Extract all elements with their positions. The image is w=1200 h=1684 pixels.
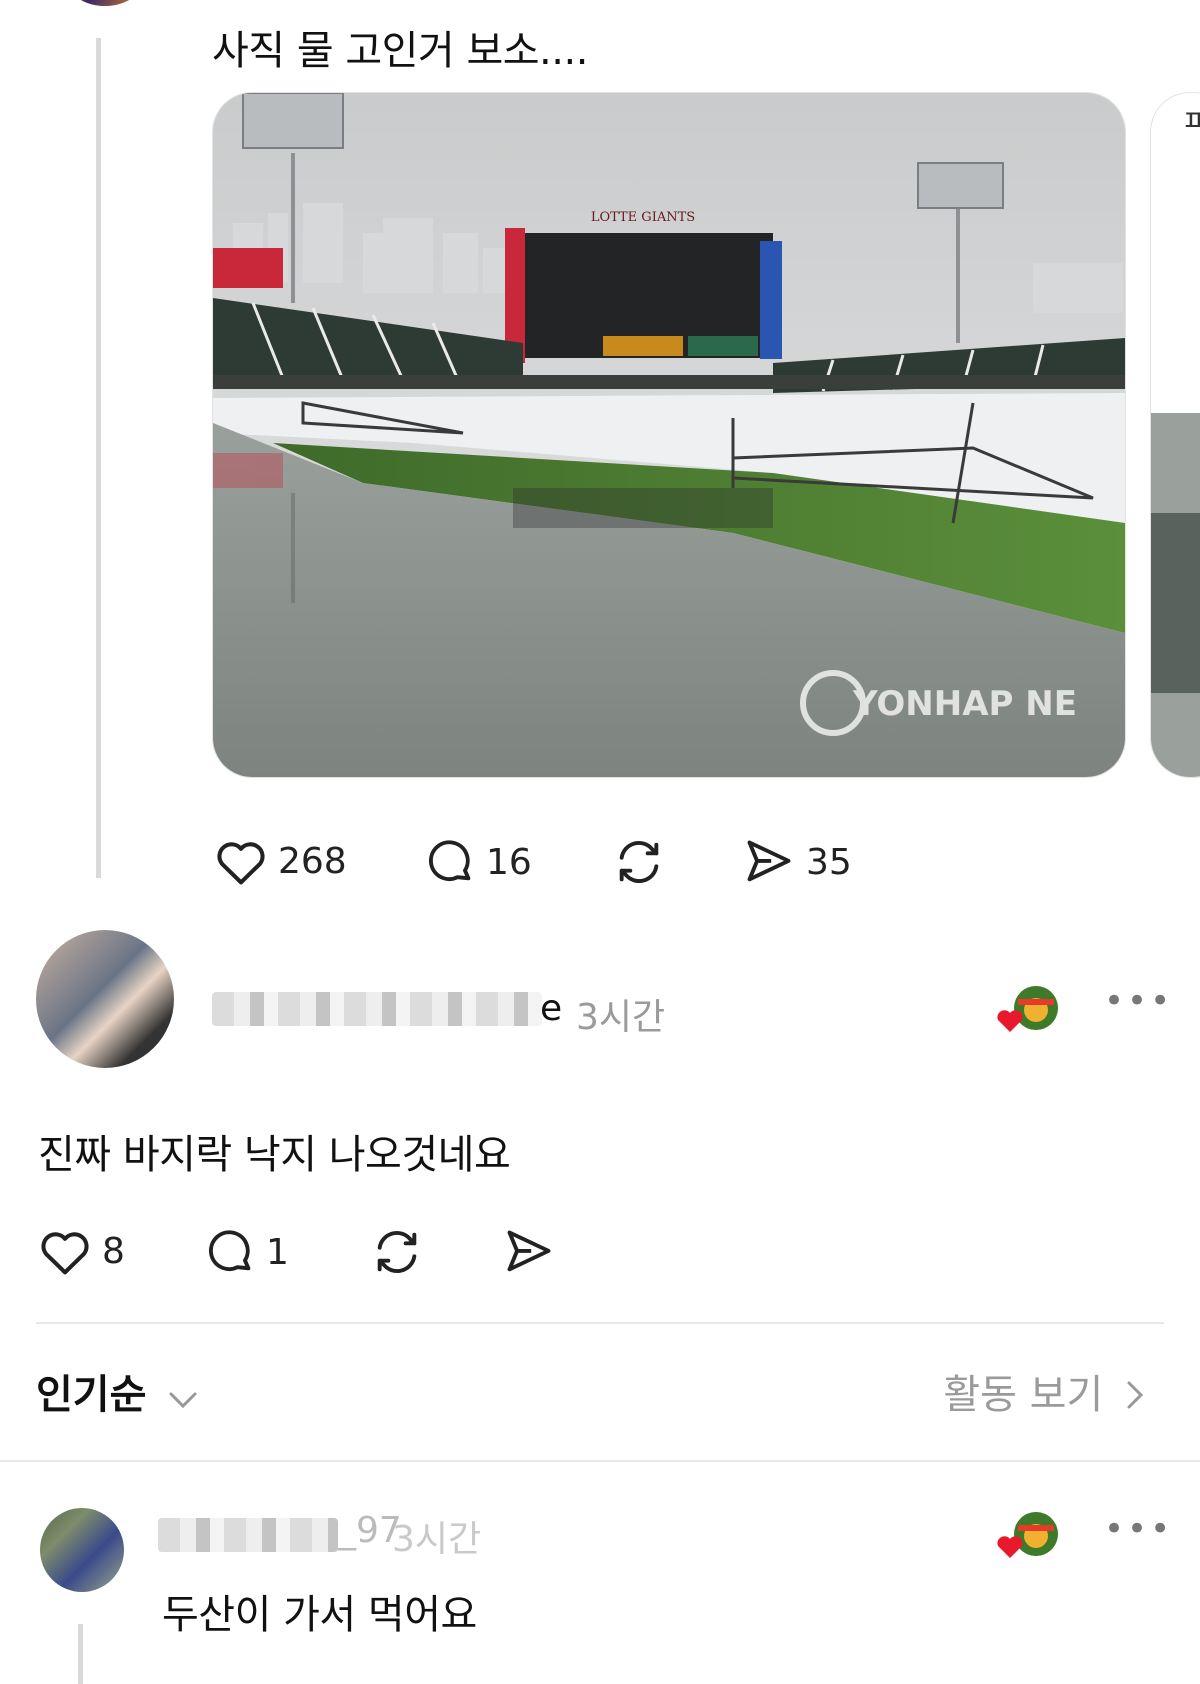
reply-avatar[interactable] [36, 930, 174, 1068]
reply-share-button[interactable] [502, 1226, 556, 1278]
post-text: 사직 물 고인거 보소.... [212, 28, 588, 74]
sort-dropdown[interactable]: 인기순 [36, 1362, 198, 1420]
chevron-right-icon [1126, 1374, 1144, 1420]
share-icon [502, 1226, 556, 1278]
repost-button[interactable] [612, 836, 666, 888]
share-button[interactable]: 35 [742, 836, 852, 888]
scoreboard-text: LOTTE GIANTS [591, 210, 695, 225]
reply-time: 3시간 [576, 997, 666, 1038]
heart-icon [214, 836, 268, 886]
reply2-time: 3시간 [392, 1519, 482, 1560]
repost-icon [612, 836, 666, 888]
activity-link[interactable]: 활동 보기 [943, 1362, 1144, 1420]
reply-more-icon[interactable]: ••• [1104, 984, 1173, 1018]
chevron-down-icon [168, 1374, 198, 1420]
thread-line [96, 38, 101, 878]
reply-repost-button[interactable] [370, 1226, 424, 1278]
comment-icon [204, 1226, 256, 1278]
post-photo-second[interactable]: ㅍ [1150, 92, 1200, 778]
divider [36, 1322, 1164, 1324]
liked-by-author-badge [994, 1508, 1058, 1564]
reply2-text: 두산이 가서 먹어요 [162, 1592, 477, 1638]
like-button[interactable]: 268 [214, 836, 347, 886]
reply2-username-blurred[interactable] [158, 1518, 338, 1552]
reply-comment-button[interactable]: 1 [204, 1226, 289, 1278]
post-photo-stadium[interactable]: LOTTE GIANTS YONHAP NE [212, 92, 1126, 778]
sort-label: 인기순 [36, 1372, 147, 1418]
comment-button[interactable]: 16 [424, 836, 532, 888]
reply-text: 진짜 바지락 낙지 나오것네요 [38, 1132, 511, 1178]
reply-comment-count: 1 [266, 1231, 289, 1273]
reply-username-blurred[interactable] [212, 992, 542, 1026]
svg-text:ㅍ: ㅍ [1181, 104, 1200, 139]
svg-text:YONHAP NE: YONHAP NE [852, 684, 1077, 724]
divider [0, 1460, 1200, 1462]
liked-by-author-badge [994, 982, 1058, 1038]
share-icon [742, 836, 796, 888]
reply-like-count: 8 [102, 1230, 125, 1272]
activity-label: 활동 보기 [943, 1372, 1104, 1418]
second-photo-image: ㅍ [1151, 104, 1200, 777]
reply-username-tail[interactable]: e [540, 988, 562, 1029]
share-count: 35 [806, 841, 852, 883]
original-poster-avatar[interactable] [70, 0, 140, 6]
sort-row: 인기순 활동 보기 [36, 1362, 1164, 1422]
repost-icon [370, 1226, 424, 1278]
comment-icon [424, 836, 476, 888]
reply-like-button[interactable]: 8 [38, 1226, 125, 1276]
heart-icon [38, 1226, 92, 1276]
stadium-image: LOTTE GIANTS YONHAP NE [213, 93, 1125, 777]
reply2-avatar[interactable] [40, 1508, 124, 1592]
thread-line [78, 1624, 83, 1684]
like-count: 268 [278, 840, 347, 882]
comment-count: 16 [486, 841, 532, 883]
reply2-more-icon[interactable]: ••• [1104, 1512, 1173, 1546]
